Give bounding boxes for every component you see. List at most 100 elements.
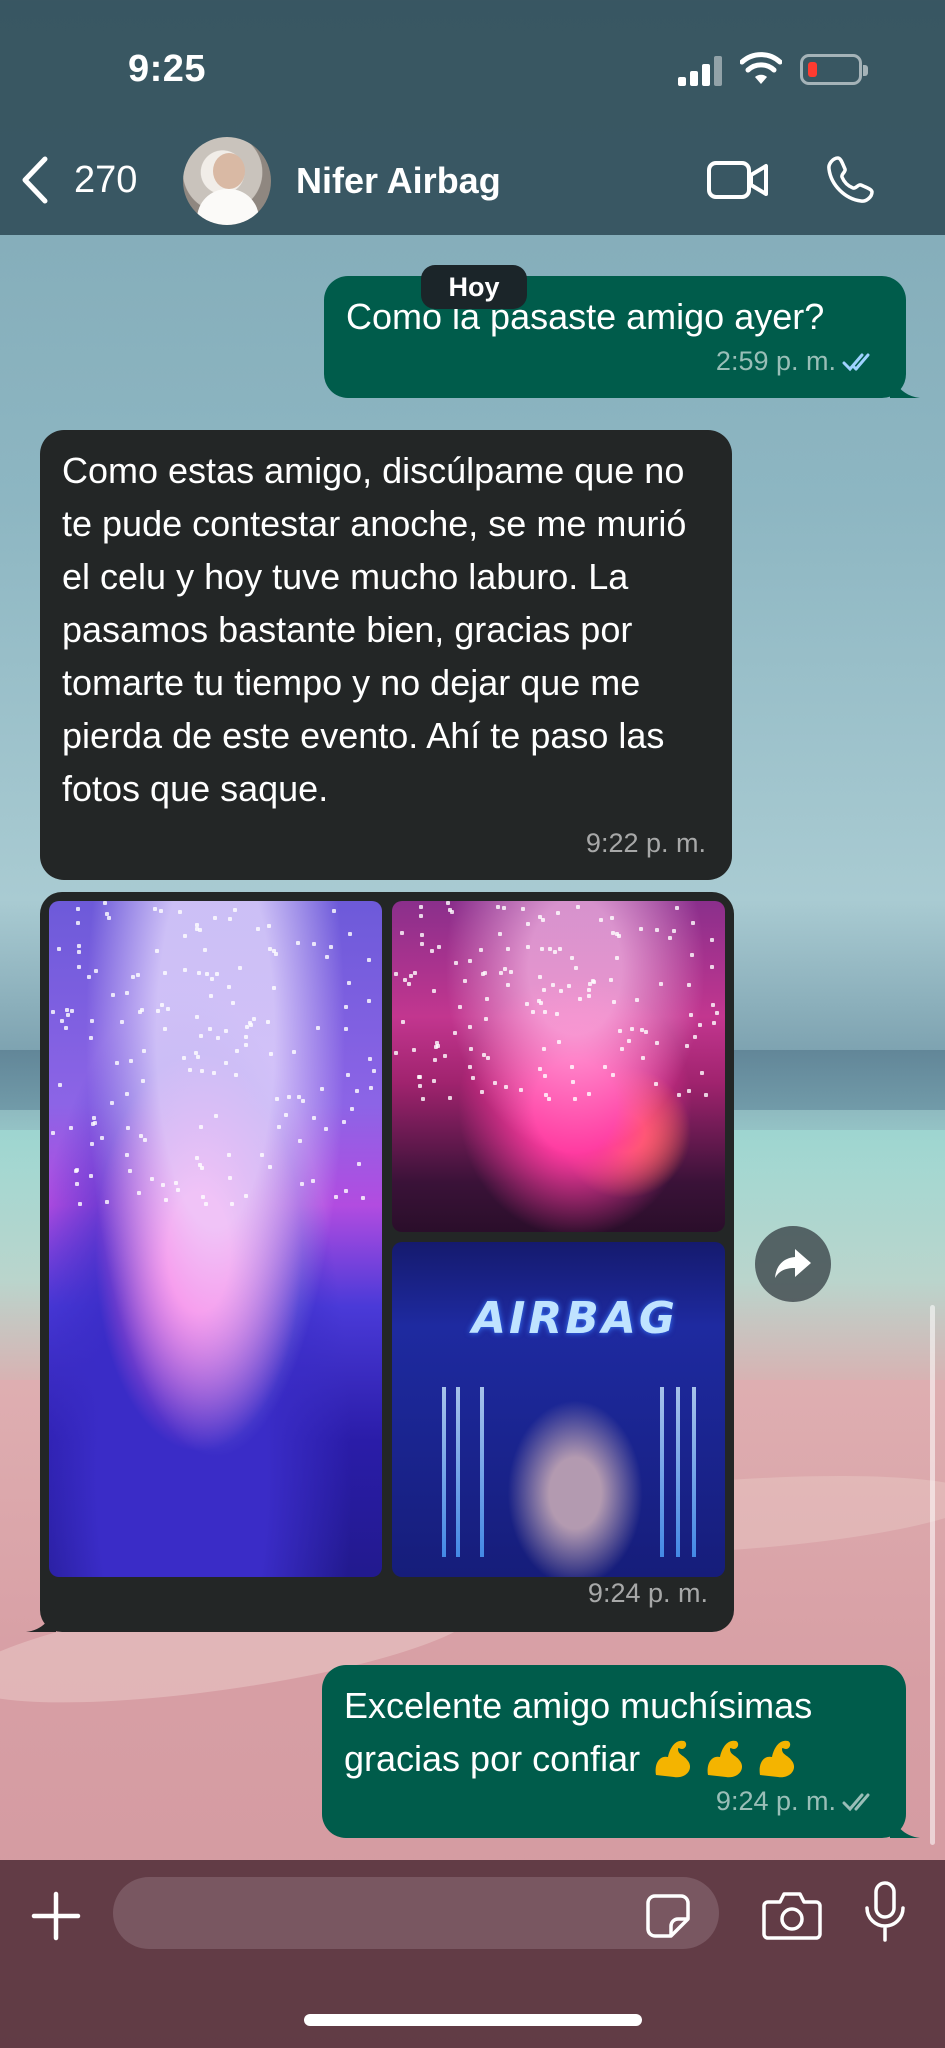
confetti-sparkle [615,956,619,960]
confetti-sparkle [100,1136,104,1140]
confetti-sparkle [194,1051,198,1055]
camera-icon[interactable] [762,1888,822,1940]
confetti-sparkle [503,967,507,971]
contact-avatar[interactable] [183,137,271,225]
confetti-sparkle [498,932,502,936]
confetti-sparkle [198,1163,202,1167]
confetti-sparkle [556,911,560,915]
status-time: 9:25 [128,48,207,90]
confetti-sparkle [437,945,441,949]
confetti-sparkle [182,1056,186,1060]
confetti-sparkle [557,1040,561,1044]
message-meta: 9:22 p. m. [586,817,706,870]
confetti-sparkle [188,1068,192,1072]
message-text: Como estas amigo, discúlpame que no te p… [62,450,687,809]
confetti-sparkle [137,1191,141,1195]
video-call-icon[interactable] [707,160,769,200]
photo-album-message[interactable]: AIRBAG 9:24 p. m. [26,892,734,1632]
confetti-sparkle [312,942,316,946]
confetti-sparkle [120,1020,124,1024]
message-incoming[interactable]: Como estas amigo, discúlpame que no te p… [40,430,732,880]
confetti-sparkle [403,978,407,982]
confetti-sparkle [224,1061,228,1065]
confetti-sparkle [704,1093,708,1097]
confetti-sparkle [570,956,574,960]
confetti-sparkle [675,906,679,910]
confetti-sparkle [126,1126,130,1130]
confetti-sparkle [174,1181,178,1185]
confetti-sparkle [215,972,219,976]
confetti-sparkle [609,978,613,982]
confetti-sparkle [409,974,413,978]
sticker-icon[interactable] [645,1893,691,1939]
confetti-sparkle [448,908,452,912]
confetti-sparkle [630,1027,634,1031]
confetti-sparkle [639,927,643,931]
confetti-sparkle [521,907,525,911]
confetti-sparkle [419,905,423,909]
phone-icon[interactable] [826,154,876,204]
confetti-sparkle [484,1017,488,1021]
confetti-sparkle [268,1165,272,1169]
confetti-sparkle [140,1008,144,1012]
microphone-icon[interactable] [862,1880,908,1944]
confetti-sparkle [715,1011,719,1015]
confetti-sparkle [65,1008,69,1012]
concert-photo[interactable] [49,901,382,1577]
confetti-sparkle [700,1071,704,1075]
confetti-sparkle [672,929,676,933]
confetti-sparkle [156,1009,160,1013]
confetti-sparkle [558,947,562,951]
confetti-sparkle [635,998,639,1002]
confetti-sparkle [611,931,615,935]
confetti-sparkle [200,1069,204,1073]
confetti-sparkle [567,984,571,988]
confetti-sparkle [361,1196,365,1200]
confetti-sparkle [90,1142,94,1146]
scrollbar[interactable] [930,1305,935,1845]
confetti-sparkle [128,1169,132,1173]
contact-name[interactable]: Nifer Airbag [296,160,501,202]
confetti-sparkle [93,1121,97,1125]
confetti-sparkle [60,1019,64,1023]
confetti-sparkle [538,1067,542,1071]
confetti-sparkle [70,1009,74,1013]
concert-photo[interactable] [392,901,725,1232]
confetti-sparkle [468,1025,472,1029]
message-meta: 9:24 p. m. [588,1567,708,1620]
confetti-sparkle [659,982,663,986]
message-input[interactable] [113,1877,719,1949]
confetti-sparkle [316,1026,320,1030]
message-outgoing[interactable]: Como la pasaste amigo ayer? 2:59 p. m. [324,276,920,398]
concert-photo[interactable]: AIRBAG [392,1242,725,1577]
confetti-sparkle [430,949,434,953]
confetti-sparkle [77,944,81,948]
back-button[interactable]: 270 [18,152,148,208]
confetti-sparkle [320,1087,324,1091]
confetti-sparkle [687,983,691,987]
confetti-sparkle [163,971,167,975]
plus-icon[interactable] [30,1890,82,1942]
confetti-sparkle [689,1013,693,1017]
confetti-sparkle [160,1003,164,1007]
delivered-receipt-icon [842,1793,870,1811]
confetti-sparkle [269,1052,273,1056]
confetti-sparkle [178,910,182,914]
confetti-sparkle [698,1023,702,1027]
confetti-sparkle [139,1134,143,1138]
forward-button[interactable] [755,1226,831,1302]
confetti-sparkle [301,1099,305,1103]
message-time: 9:22 p. m. [585,828,706,858]
confetti-sparkle [401,1020,405,1024]
confetti-sparkle [57,947,61,951]
confetti-sparkle [355,1089,359,1093]
confetti-sparkle [196,1055,200,1059]
message-outgoing[interactable]: Excelente amigo muchísimas gracias por c… [322,1665,920,1838]
confetti-sparkle [543,1010,547,1014]
confetti-sparkle [603,1065,607,1069]
confetti-sparkle [244,1035,248,1039]
confetti-sparkle [551,983,555,987]
message-meta: 2:59 p. m. [716,335,880,388]
confetti-sparkle [691,921,695,925]
bubble-tail [890,368,920,398]
